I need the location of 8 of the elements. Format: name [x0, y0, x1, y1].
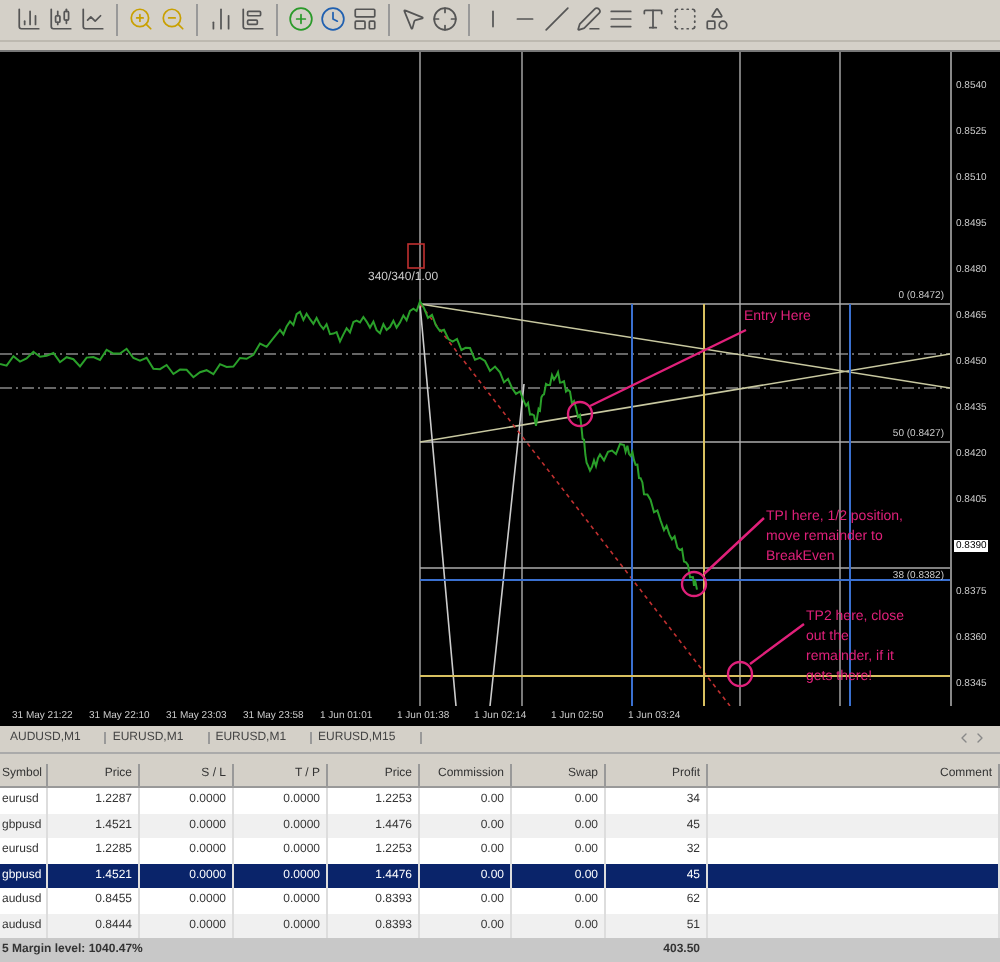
cursor-icon[interactable] — [400, 6, 426, 33]
line-chart-icon[interactable] — [80, 6, 106, 33]
trend-line-icon[interactable] — [544, 6, 570, 33]
crosshair-icon[interactable] — [432, 6, 458, 33]
bar-chart-icon[interactable] — [16, 6, 42, 33]
text-icon[interactable] — [640, 6, 666, 33]
candlestick-icon[interactable] — [48, 6, 74, 33]
shapes-icon[interactable] — [704, 6, 730, 33]
